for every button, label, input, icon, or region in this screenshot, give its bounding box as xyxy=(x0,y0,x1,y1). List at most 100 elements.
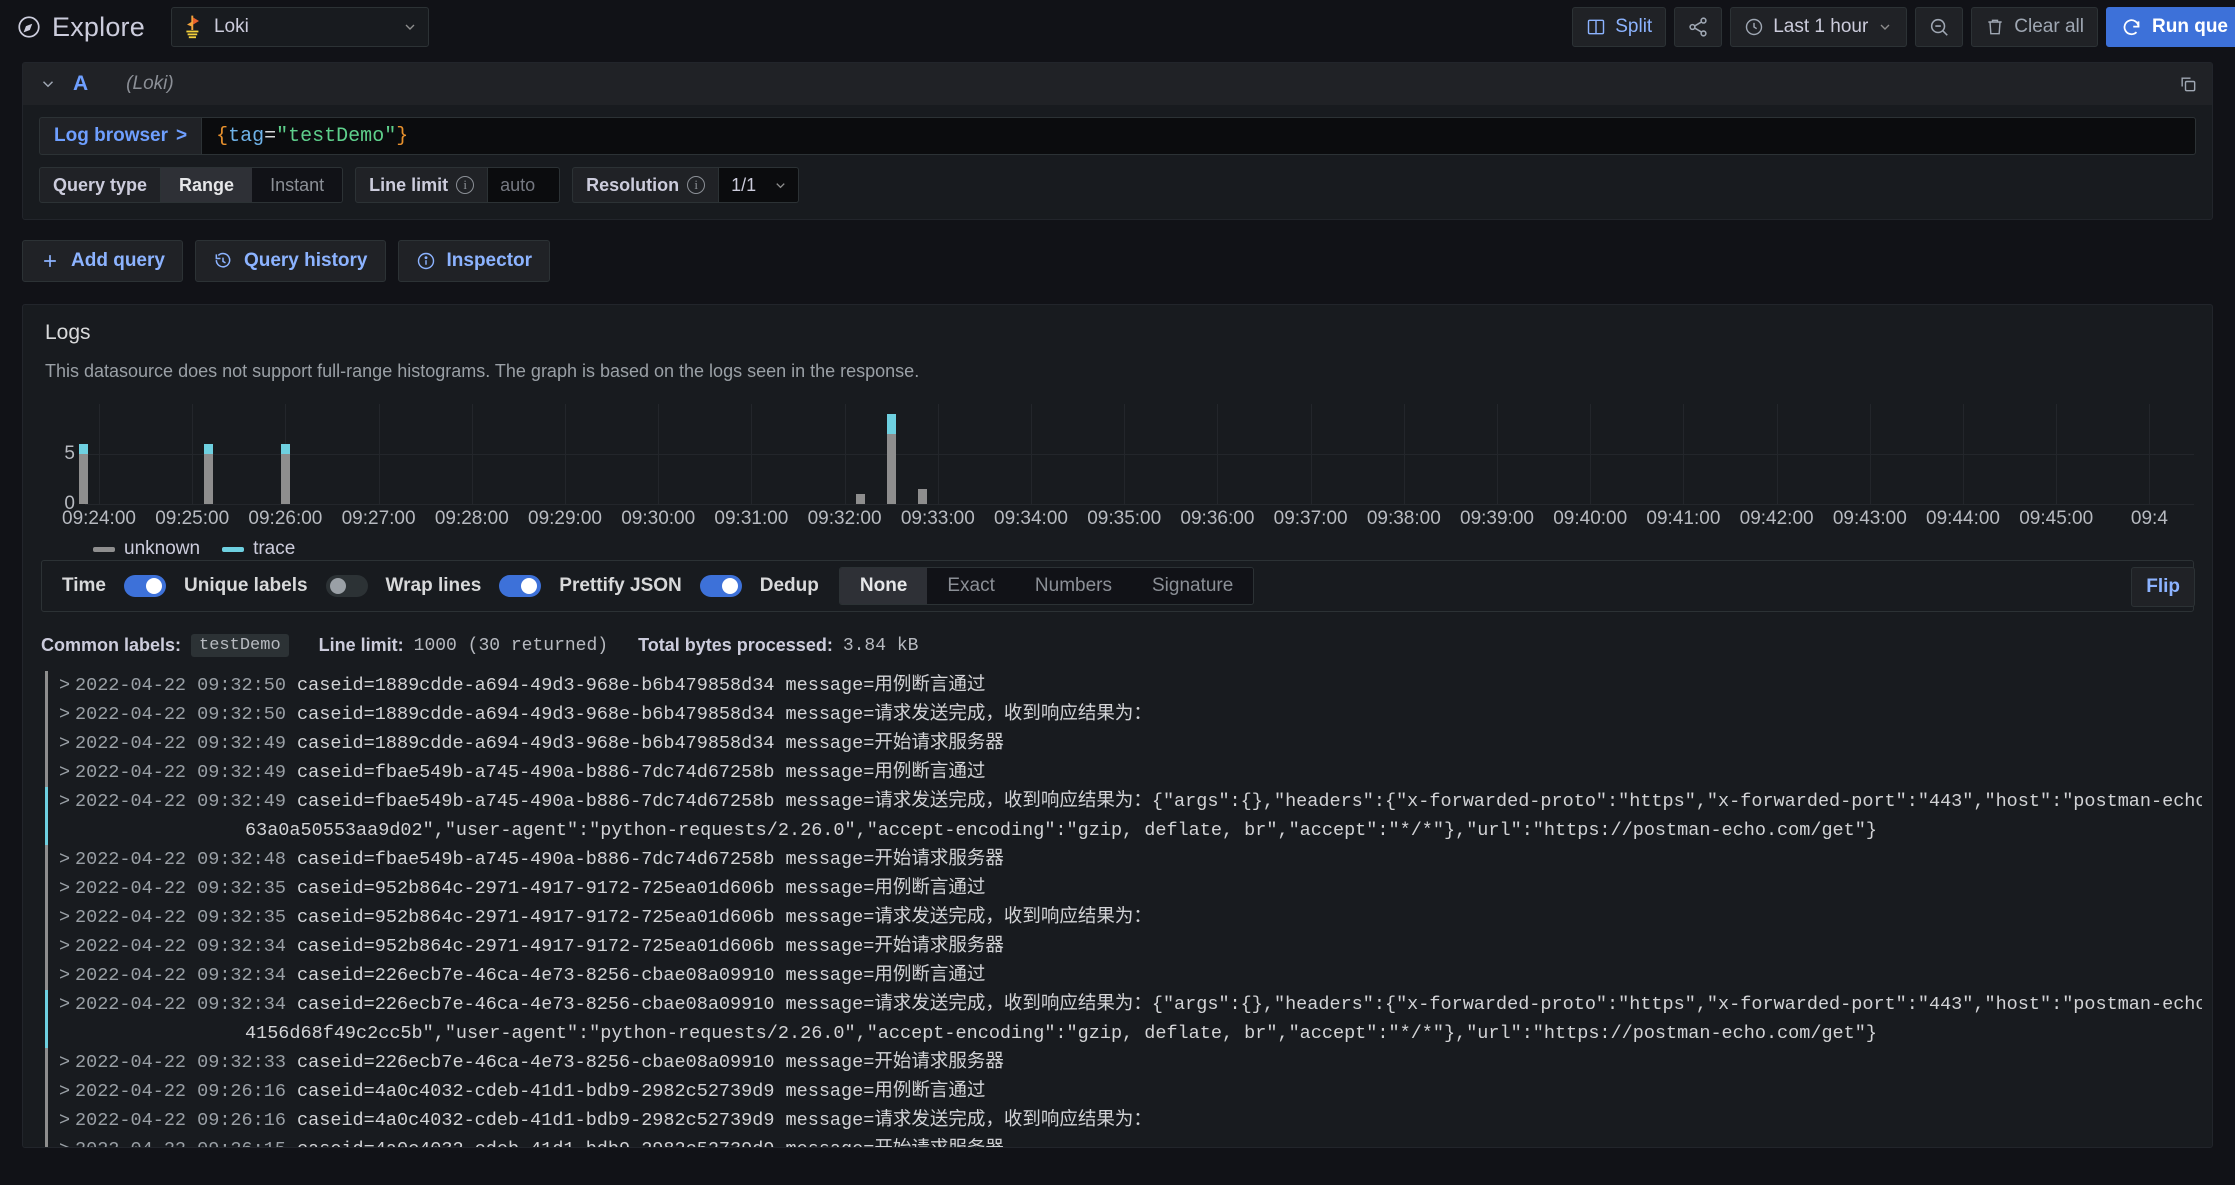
info-icon[interactable]: i xyxy=(456,176,474,194)
line-limit-input[interactable]: auto xyxy=(488,167,560,203)
log-row-content: 2022-04-22 09:32:50 caseid=1889cdde-a694… xyxy=(75,671,2202,700)
dedup-radio-group[interactable]: None Exact Numbers Signature xyxy=(839,567,1254,605)
legend-item-unknown[interactable]: unknown xyxy=(93,538,200,560)
log-row-expand-icon[interactable]: > xyxy=(59,671,75,700)
resolution-select[interactable]: 1/1 xyxy=(719,167,799,203)
x-gridline xyxy=(658,404,659,504)
log-row-expand-icon[interactable]: > xyxy=(59,1048,75,1077)
clear-all-button[interactable]: Clear all xyxy=(1971,7,2098,47)
query-options-row: Query type Range Instant Line limit i au… xyxy=(39,167,2196,203)
query-type-instant-option[interactable]: Instant xyxy=(252,168,342,202)
share-button[interactable] xyxy=(1674,7,1722,47)
log-row-expand-icon[interactable]: > xyxy=(59,787,75,816)
time-toggle[interactable] xyxy=(124,575,166,597)
x-axis-tick: 09:43:00 xyxy=(1833,508,1907,530)
histogram-bar[interactable] xyxy=(856,494,865,504)
legend-label-trace: trace xyxy=(253,538,295,560)
dedup-option-exact[interactable]: Exact xyxy=(927,568,1015,604)
split-button[interactable]: Split xyxy=(1572,7,1666,47)
add-query-button[interactable]: Add query xyxy=(22,240,183,282)
dedup-option-numbers[interactable]: Numbers xyxy=(1015,568,1132,604)
log-row-expand-icon[interactable]: > xyxy=(59,961,75,990)
common-labels-chip[interactable]: testDemo xyxy=(191,634,289,657)
wrap-lines-toggle[interactable] xyxy=(499,575,541,597)
log-row-expand-icon[interactable]: > xyxy=(59,874,75,903)
log-message: caseid=1889cdde-a694-49d3-968e-b6b479858… xyxy=(297,704,1152,725)
log-row-content: 2022-04-22 09:26:16 caseid=4a0c4032-cdeb… xyxy=(75,1106,2202,1135)
log-row-expand-icon[interactable]: > xyxy=(59,903,75,932)
log-row-expand-icon[interactable]: > xyxy=(59,729,75,758)
loki-logo-icon xyxy=(182,15,204,39)
log-level-indicator xyxy=(45,1077,48,1106)
log-browser-chevron-icon: > xyxy=(176,125,187,147)
query-expression-input[interactable]: {tag="testDemo"} xyxy=(201,117,2196,155)
log-row[interactable]: >2022-04-22 09:32:49 caseid=fbae549b-a74… xyxy=(41,787,2202,845)
log-row-expand-icon[interactable]: > xyxy=(59,1077,75,1106)
log-row-expand-icon[interactable]: > xyxy=(59,1106,75,1135)
bar-segment-trace xyxy=(204,444,213,454)
unique-labels-toggle-label: Unique labels xyxy=(184,575,308,597)
query-history-label: Query history xyxy=(244,250,368,272)
histogram-bar[interactable] xyxy=(887,414,896,504)
wrap-lines-toggle-label: Wrap lines xyxy=(386,575,482,597)
log-row[interactable]: >2022-04-22 09:32:50 caseid=1889cdde-a69… xyxy=(41,671,2202,700)
log-row-expand-icon[interactable]: > xyxy=(59,1135,75,1148)
log-row[interactable]: >2022-04-22 09:32:34 caseid=226ecb7e-46c… xyxy=(41,990,2202,1048)
log-row[interactable]: >2022-04-22 09:26:16 caseid=4a0c4032-cde… xyxy=(41,1106,2202,1135)
inspector-button[interactable]: Inspector xyxy=(398,240,551,282)
query-history-button[interactable]: Query history xyxy=(195,240,386,282)
zoom-out-button[interactable] xyxy=(1915,7,1963,47)
info-icon[interactable]: i xyxy=(687,176,705,194)
chevron-down-icon xyxy=(773,178,788,193)
log-row[interactable]: >2022-04-22 09:32:49 caseid=1889cdde-a69… xyxy=(41,729,2202,758)
refresh-icon xyxy=(2121,17,2142,38)
log-browser-button[interactable]: Log browser > xyxy=(39,117,201,155)
histogram-bar[interactable] xyxy=(918,489,927,504)
query-type-range-option[interactable]: Range xyxy=(161,168,252,202)
datasource-picker[interactable]: Loki xyxy=(171,7,429,47)
log-row-expand-icon[interactable]: > xyxy=(59,990,75,1019)
log-timestamp: 2022-04-22 09:32:49 xyxy=(75,791,297,812)
x-gridline xyxy=(565,404,566,504)
x-gridline xyxy=(1497,404,1498,504)
chevron-down-icon[interactable] xyxy=(39,75,57,93)
prettify-json-toggle[interactable] xyxy=(700,575,742,597)
expr-key: tag xyxy=(228,125,264,148)
bytes-meta: Total bytes processed: 3.84 kB xyxy=(638,635,918,656)
bar-segment-unknown xyxy=(281,454,290,504)
x-gridline xyxy=(1777,404,1778,504)
explore-title: Explore xyxy=(16,12,145,43)
dedup-option-none[interactable]: None xyxy=(840,568,928,604)
log-row[interactable]: >2022-04-22 09:32:34 caseid=226ecb7e-46c… xyxy=(41,961,2202,990)
bar-segment-trace xyxy=(281,444,290,454)
logs-histogram-chart[interactable]: 05 09:24:0009:25:0009:26:0009:27:0009:28… xyxy=(41,404,2194,534)
log-row[interactable]: >2022-04-22 09:32:33 caseid=226ecb7e-46c… xyxy=(41,1048,2202,1077)
log-timestamp: 2022-04-22 09:32:33 xyxy=(75,1052,297,1073)
run-query-button[interactable]: Run que xyxy=(2106,7,2235,47)
flip-results-button[interactable]: Flip xyxy=(2131,567,2195,607)
log-row-expand-icon[interactable]: > xyxy=(59,932,75,961)
time-range-picker[interactable]: Last 1 hour xyxy=(1730,7,1907,47)
log-message: caseid=fbae549b-a745-490a-b886-7dc74d672… xyxy=(297,762,985,783)
log-level-indicator xyxy=(45,700,48,729)
query-type-radio-group[interactable]: Range Instant xyxy=(161,167,343,203)
log-row[interactable]: >2022-04-22 09:26:15 caseid=4a0c4032-cde… xyxy=(41,1135,2202,1148)
histogram-bar[interactable] xyxy=(281,444,290,504)
log-row-expand-icon[interactable]: > xyxy=(59,700,75,729)
dedup-option-signature[interactable]: Signature xyxy=(1132,568,1253,604)
log-row[interactable]: >2022-04-22 09:32:35 caseid=952b864c-297… xyxy=(41,874,2202,903)
log-row-expand-icon[interactable]: > xyxy=(59,845,75,874)
x-axis-tick: 09:28:00 xyxy=(435,508,509,530)
log-row[interactable]: >2022-04-22 09:32:49 caseid=fbae549b-a74… xyxy=(41,758,2202,787)
log-row-expand-icon[interactable]: > xyxy=(59,758,75,787)
histogram-bar[interactable] xyxy=(79,444,88,504)
unique-labels-toggle[interactable] xyxy=(326,575,368,597)
log-row[interactable]: >2022-04-22 09:32:34 caseid=952b864c-297… xyxy=(41,932,2202,961)
legend-item-trace[interactable]: trace xyxy=(222,538,295,560)
histogram-bar[interactable] xyxy=(204,444,213,504)
log-row[interactable]: >2022-04-22 09:32:50 caseid=1889cdde-a69… xyxy=(41,700,2202,729)
log-row[interactable]: >2022-04-22 09:32:48 caseid=fbae549b-a74… xyxy=(41,845,2202,874)
log-row[interactable]: >2022-04-22 09:26:16 caseid=4a0c4032-cde… xyxy=(41,1077,2202,1106)
copy-icon[interactable] xyxy=(2178,74,2198,94)
log-row[interactable]: >2022-04-22 09:32:35 caseid=952b864c-297… xyxy=(41,903,2202,932)
